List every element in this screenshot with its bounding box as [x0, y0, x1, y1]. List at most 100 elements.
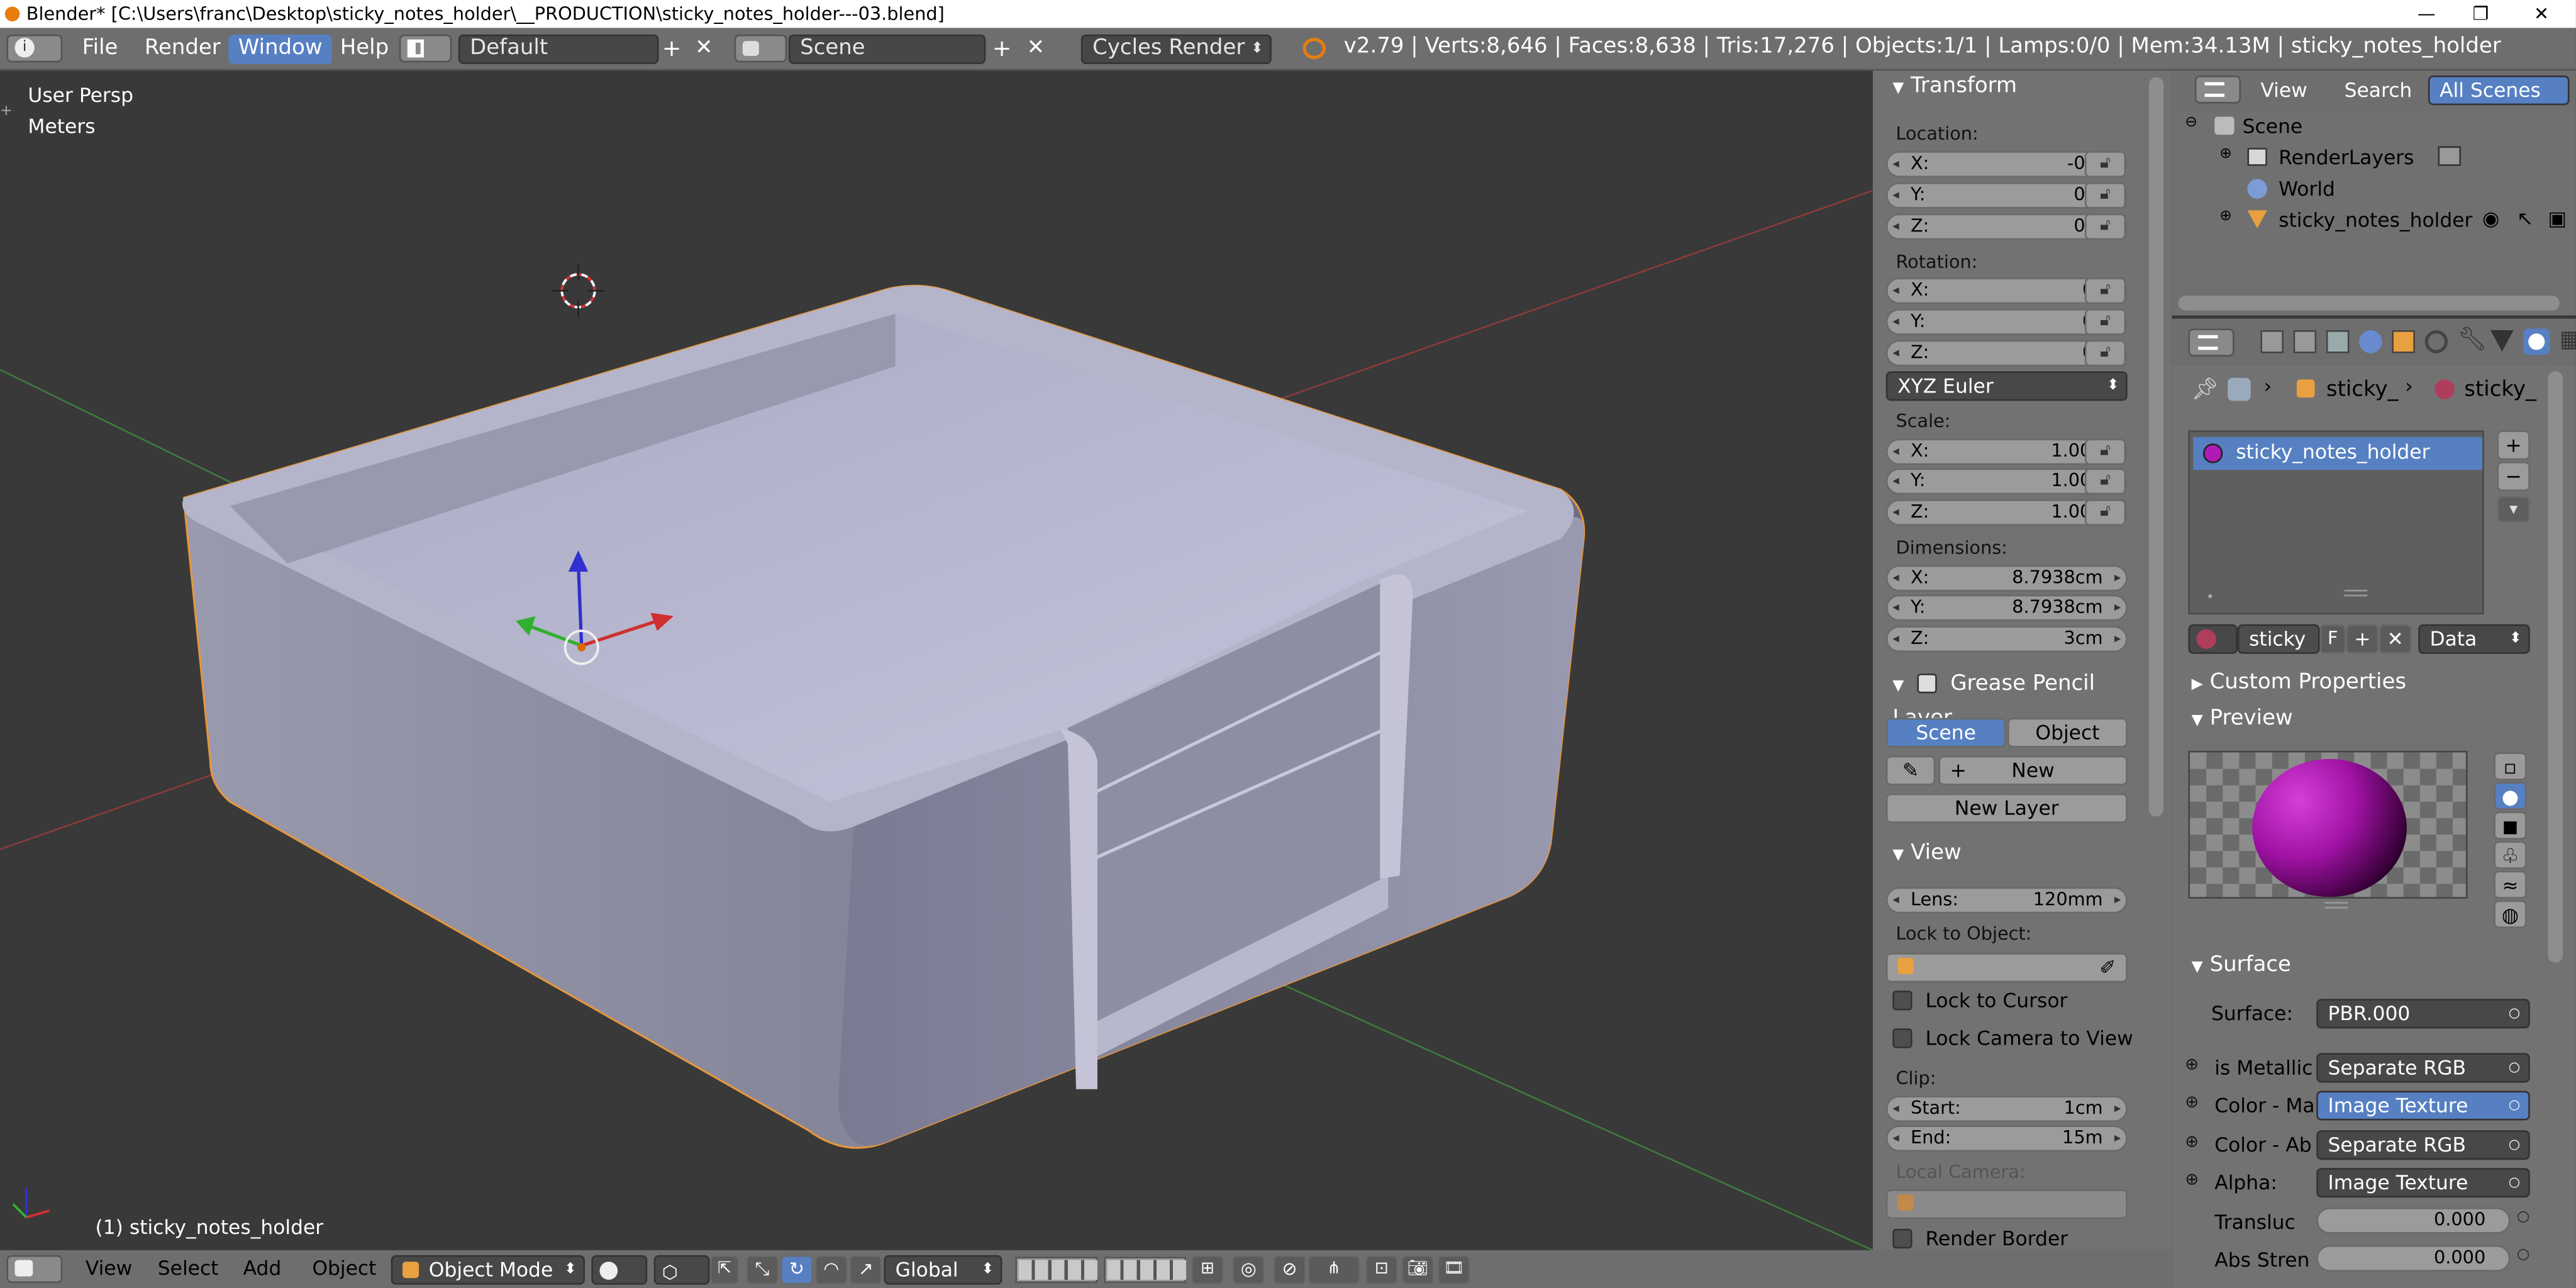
layout-icon-button[interactable] — [399, 34, 452, 63]
expand-input-icon[interactable]: ⊕ — [2185, 1133, 2199, 1152]
preview-monkey-button[interactable]: ♧ — [2494, 841, 2527, 869]
lock-layers-icon[interactable]: ⊞ — [1191, 1255, 1224, 1285]
menu-object[interactable]: Object — [312, 1255, 376, 1283]
render-camera-icon[interactable]: ▣ — [2548, 207, 2567, 230]
transluce-field[interactable]: 0.000 — [2316, 1207, 2511, 1234]
combined-manipulator-icon[interactable]: ↗ — [849, 1255, 882, 1285]
abs-strength-field[interactable]: 0.000 — [2316, 1245, 2511, 1272]
data-tab-icon[interactable] — [2490, 330, 2514, 352]
menu-window[interactable]: Window — [228, 34, 333, 64]
render-opengl-icon[interactable]: 📷︎ — [1401, 1255, 1435, 1285]
preview-hair-button[interactable]: ≈ — [2494, 870, 2527, 899]
add-scene-icon[interactable]: + — [992, 36, 1012, 62]
lock-scale-z-icon[interactable]: 🔓︎ — [2084, 499, 2126, 526]
manipulator-toggle-icon[interactable]: ⇱ — [709, 1255, 740, 1285]
material-tab-icon[interactable] — [2523, 328, 2550, 355]
render-tab-icon[interactable] — [2260, 330, 2284, 353]
new-layer-button[interactable]: New Layer — [1885, 793, 2128, 823]
proportional-edit-icon[interactable]: ◎ — [1232, 1255, 1265, 1285]
preview-header[interactable]: ▼ Preview — [2172, 703, 2533, 736]
lock-location-x-icon[interactable]: 🔓︎ — [2084, 151, 2126, 178]
input-color-ab-select[interactable]: Separate RGB ○ — [2316, 1130, 2530, 1160]
rotation-mode-select[interactable]: XYZ Euler ⬍ — [1885, 371, 2128, 401]
translate-manipulator-icon[interactable]: ⤡ — [745, 1255, 779, 1285]
add-layout-icon[interactable]: + — [662, 36, 682, 62]
modifiers-wrench-icon[interactable]: 🔧︎ — [2458, 327, 2487, 353]
surface-header[interactable]: ▼ Surface — [2172, 950, 2533, 982]
properties-region-scrollbar[interactable] — [2145, 70, 2172, 1250]
render-border-checkbox[interactable] — [1892, 1228, 1913, 1249]
grease-pencil-panel-header[interactable]: ▼ Grease Pencil Layer — [1873, 669, 2146, 731]
collapse-icon[interactable]: ⊖ — [2185, 115, 2197, 131]
preview-cube-button[interactable]: ◼ — [2494, 811, 2527, 840]
visibility-eye-icon[interactable]: ◉ — [2482, 207, 2499, 230]
snap-element-select[interactable]: ⋔ — [1307, 1255, 1360, 1285]
custom-properties-header[interactable]: ▶ Custom Properties — [2172, 667, 2533, 700]
render-engine-select[interactable]: Cycles Render ⬍ — [1080, 34, 1272, 64]
menu-help[interactable]: Help — [330, 35, 399, 64]
scene-layers-group-2[interactable] — [1104, 1257, 1187, 1284]
outliner-editor-button[interactable] — [2194, 75, 2241, 104]
scene-icon-button[interactable] — [734, 34, 787, 63]
expand-icon[interactable]: ⊕ — [2219, 209, 2232, 225]
outliner-item-sticky-notes-holder[interactable]: sticky_notes_holder — [2279, 209, 2472, 232]
material-slot-row[interactable]: sticky_notes_holder — [2193, 436, 2483, 470]
scene-layers-group-1[interactable] — [1015, 1257, 1097, 1284]
lock-location-y-icon[interactable]: 🔓︎ — [2084, 182, 2126, 209]
properties-scrollbar[interactable] — [2543, 364, 2576, 1288]
selectability-arrow-icon[interactable]: ↖ — [2517, 207, 2533, 230]
lock-rotation-y-icon[interactable]: 🔓︎ — [2084, 309, 2126, 335]
rotate-manipulator-icon[interactable]: ↻ — [780, 1255, 814, 1285]
editor-type-button[interactable]: i — [6, 34, 63, 63]
node-socket-icon[interactable]: ○ — [2517, 1209, 2530, 1226]
scene-field[interactable]: Scene — [788, 34, 986, 64]
add-material-slot-button[interactable]: + — [2497, 430, 2530, 460]
expand-icon[interactable]: ⊕ — [2219, 146, 2232, 162]
expand-input-icon[interactable]: ⊕ — [2185, 1094, 2199, 1113]
snap-toggle-icon[interactable]: ⊘ — [1273, 1255, 1306, 1285]
material-link-select[interactable]: Data ⬍ — [2418, 624, 2530, 654]
unlink-material-button[interactable]: ✕ — [2379, 624, 2412, 654]
tab-object[interactable]: Object — [2007, 718, 2128, 748]
outliner-display-select[interactable]: All Scenes — [2428, 75, 2570, 106]
remove-material-slot-button[interactable]: − — [2497, 462, 2530, 492]
render-layers-tab-icon[interactable] — [2293, 330, 2317, 353]
material-browse-button[interactable] — [2188, 624, 2238, 654]
clip-end-field[interactable]: ◂ End: 15m ▸ — [1885, 1125, 2128, 1152]
mode-select[interactable]: Object Mode ⬍ — [391, 1255, 585, 1285]
preview-world-button[interactable]: ◍ — [2494, 900, 2527, 928]
dimensions-z-field[interactable]: ◂ Z: 3cm ▸ — [1885, 626, 2128, 653]
texture-tab-icon[interactable]: ▦ — [2560, 327, 2576, 353]
menu-view[interactable]: View — [86, 1255, 132, 1283]
list-resize-handle[interactable] — [2344, 589, 2368, 597]
3d-viewport[interactable]: User Persp Meters (1) sticky_notes_holde… — [0, 70, 1873, 1250]
world-tab-icon[interactable] — [2359, 330, 2382, 353]
preview-resize-handle[interactable] — [2324, 902, 2348, 909]
outliner-menu-search[interactable]: Search — [2345, 77, 2412, 105]
minimize-button[interactable]: — — [2402, 0, 2451, 28]
dimensions-x-field[interactable]: ◂ X: 8.7938cm ▸ — [1885, 565, 2128, 592]
lock-object-field[interactable]: ✐ — [1885, 953, 2128, 983]
preview-flat-button[interactable]: ▫ — [2494, 752, 2527, 780]
remove-layout-icon[interactable]: ✕ — [695, 36, 713, 60]
dimensions-y-field[interactable]: ◂ Y: 8.7938cm ▸ — [1885, 594, 2128, 621]
transform-panel-header[interactable]: ▼ Transform — [1873, 70, 2146, 103]
lock-camera-checkbox[interactable] — [1892, 1028, 1913, 1048]
lock-location-z-icon[interactable]: 🔓︎ — [2084, 213, 2126, 240]
view-panel-header[interactable]: ▼ View — [1873, 838, 2146, 870]
expand-input-icon[interactable]: ⊕ — [2185, 1171, 2199, 1189]
pin-icon[interactable]: 📌︎ — [2192, 378, 2219, 402]
render-animation-icon[interactable]: 🎞︎ — [1437, 1255, 1470, 1285]
render-layer-toggle-icon[interactable] — [2438, 146, 2462, 166]
input-color-ma-select[interactable]: Image Texture ○ — [2316, 1091, 2530, 1121]
outliner-item-renderlayers[interactable]: RenderLayers — [2279, 146, 2414, 169]
menu-select[interactable]: Select — [158, 1255, 219, 1283]
outliner-menu-view[interactable]: View — [2260, 77, 2307, 105]
outliner-scrollbar[interactable] — [2178, 296, 2560, 311]
grease-pencil-icon-button[interactable]: ✎ — [1885, 755, 1936, 786]
lock-rotation-z-icon[interactable]: 🔓︎ — [2084, 340, 2126, 367]
lock-scale-y-icon[interactable]: 🔓︎ — [2084, 468, 2126, 495]
lock-to-cursor-checkbox[interactable] — [1892, 991, 1913, 1011]
filter-dot-icon[interactable]: • — [2206, 590, 2214, 605]
outliner-item-world[interactable]: World — [2279, 177, 2335, 201]
